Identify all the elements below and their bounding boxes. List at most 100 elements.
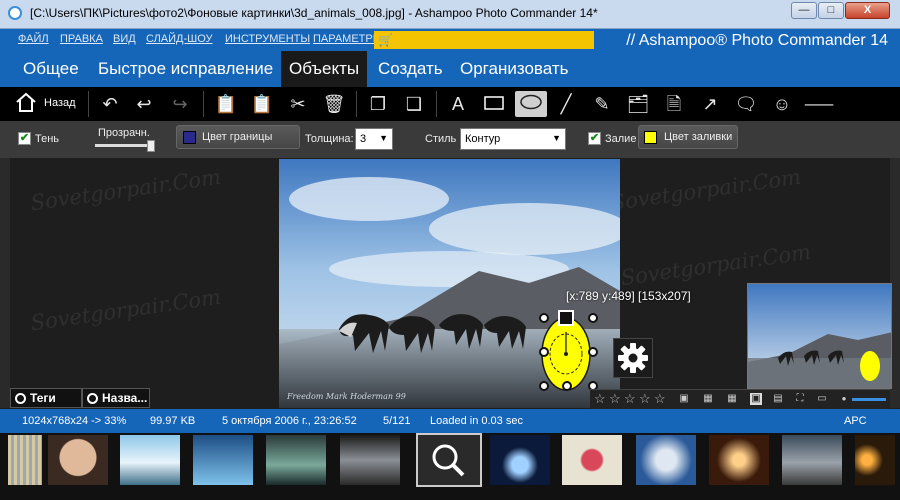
tab-create[interactable]: Создать bbox=[370, 51, 451, 87]
speech-bubble-icon[interactable]: 🗨 bbox=[732, 91, 760, 117]
thumbnail[interactable] bbox=[193, 435, 253, 485]
thumbnail[interactable] bbox=[340, 435, 400, 485]
cart-icon: 🛒 bbox=[378, 33, 393, 47]
thumbnail[interactable] bbox=[120, 435, 180, 485]
zoom-out-icon[interactable]: ● bbox=[838, 393, 850, 405]
minimize-button[interactable]: — bbox=[791, 2, 817, 19]
monitor-icon[interactable]: ▭ bbox=[816, 393, 828, 405]
fill-color-button[interactable]: Цвет заливки bbox=[638, 125, 738, 149]
panel-tabs: Теги Назва... bbox=[10, 388, 150, 408]
undo-icon[interactable]: ↩ bbox=[130, 91, 158, 117]
border-color-button[interactable]: Цвет границы bbox=[176, 125, 300, 149]
ellipse-tool-icon[interactable] bbox=[515, 91, 547, 117]
thickness-select[interactable]: 3 ▼ bbox=[355, 128, 393, 150]
resize-handle[interactable] bbox=[588, 313, 598, 323]
note-tool-icon[interactable]: 🗎 bbox=[660, 91, 688, 117]
thumbnail-selected[interactable] bbox=[416, 433, 482, 487]
smiley-icon[interactable]: ☺ bbox=[768, 91, 796, 117]
thumbnail[interactable] bbox=[636, 435, 696, 485]
rotate-handle[interactable] bbox=[558, 310, 574, 326]
border-color-swatch bbox=[183, 131, 196, 144]
resize-handle[interactable] bbox=[562, 381, 572, 391]
thumbnail[interactable] bbox=[562, 435, 622, 485]
opacity-slider-knob[interactable] bbox=[147, 140, 155, 152]
title-bar: [C:\Users\ПК\Pictures\фото2\Фоновые карт… bbox=[0, 0, 900, 29]
object-coords: [x:789 y:489] [153x207] bbox=[566, 289, 691, 303]
thickness-label: Толщина: bbox=[305, 133, 354, 145]
single-view-icon[interactable]: ▣ bbox=[750, 393, 762, 405]
thumbnail[interactable] bbox=[709, 435, 769, 485]
text-tool-icon[interactable]: A bbox=[444, 91, 472, 117]
redo-icon: ↪ bbox=[172, 94, 188, 114]
thumbnail[interactable] bbox=[782, 435, 842, 485]
menu-file[interactable]: ФАЙЛ bbox=[18, 33, 49, 45]
maximize-button[interactable]: □ bbox=[818, 2, 844, 19]
copy-icon[interactable]: 📋 bbox=[212, 91, 240, 117]
cut-icon[interactable]: ✂ bbox=[284, 91, 312, 117]
rating-star[interactable]: ☆ bbox=[594, 391, 606, 407]
image-icon[interactable]: ▣ bbox=[678, 393, 690, 405]
fill-label: Залие bbox=[605, 133, 637, 145]
arrow-tool-icon[interactable]: ↗ bbox=[696, 91, 724, 117]
rating-star[interactable]: ☆ bbox=[639, 391, 651, 407]
split-view-icon[interactable]: ▤ bbox=[772, 393, 784, 405]
shadow-label: Тень bbox=[35, 133, 60, 145]
status-load-time: Loaded in 0.03 sec bbox=[430, 415, 523, 427]
preview-thumbnail[interactable] bbox=[747, 283, 892, 389]
thumbnail[interactable] bbox=[855, 435, 895, 485]
tab-organize[interactable]: Организовать bbox=[452, 51, 576, 87]
send-back-icon[interactable]: ❑ bbox=[400, 91, 428, 117]
resize-handle[interactable] bbox=[539, 381, 549, 391]
pencil-tool-icon[interactable]: ✎ bbox=[588, 91, 616, 117]
rating-star[interactable]: ☆ bbox=[654, 391, 666, 407]
thumbnail[interactable] bbox=[266, 435, 326, 485]
connector-tool-icon[interactable]: ⸺ bbox=[804, 91, 834, 117]
watermark-text: Sovetgorpair.Com bbox=[29, 284, 223, 336]
tab-tags[interactable]: Теги bbox=[10, 388, 82, 408]
zoom-slider[interactable] bbox=[852, 398, 886, 401]
tab-objects[interactable]: Объекты bbox=[281, 51, 367, 87]
bring-front-icon[interactable]: ❐ bbox=[364, 91, 392, 117]
home-icon[interactable] bbox=[12, 91, 40, 117]
delete-icon[interactable]: 🗑 bbox=[320, 91, 348, 117]
watermark-text: Sovetgorpair.Com bbox=[29, 164, 223, 216]
insert-image-icon[interactable]: 🗂 bbox=[624, 91, 652, 117]
menu-edit[interactable]: ПРАВКА bbox=[60, 33, 103, 45]
app-icon[interactable] bbox=[8, 6, 22, 20]
shadow-checkbox[interactable]: ✔ bbox=[18, 132, 31, 145]
thumbnail[interactable] bbox=[8, 435, 42, 485]
resize-handle[interactable] bbox=[539, 347, 549, 357]
rating-bar: ☆ ☆ ☆ ☆ ☆ ▣ ▦ ▦ ▣ ▤ ⛶ ▭ ● bbox=[590, 389, 890, 409]
opacity-slider[interactable] bbox=[95, 144, 153, 147]
style-select[interactable]: Контур ▼ bbox=[460, 128, 566, 150]
rating-star[interactable]: ☆ bbox=[624, 391, 636, 407]
fit-screen-icon[interactable]: ⛶ bbox=[794, 393, 806, 405]
opacity-label: Прозрачн. bbox=[98, 127, 150, 139]
resize-handle[interactable] bbox=[588, 347, 598, 357]
tools-toolbar: Назад ↶ ↩ ↪ 📋 📋 ✂ 🗑 ❐ ❑ A ╱ ✎ 🗂 🗎 ↗ 🗨 ☺ … bbox=[0, 87, 900, 121]
status-index: 5/121 bbox=[383, 415, 411, 427]
watermark-text: Sovetgorpair.Com bbox=[609, 164, 803, 216]
tab-names[interactable]: Назва... bbox=[82, 388, 150, 408]
line-tool-icon[interactable]: ╱ bbox=[552, 91, 580, 117]
shop-banner[interactable]: 🛒 bbox=[374, 31, 594, 49]
fill-checkbox[interactable]: ✔ bbox=[588, 132, 601, 145]
menu-slideshow[interactable]: СЛАЙД-ШОУ bbox=[146, 33, 213, 45]
compare-icon[interactable]: ▦ bbox=[702, 393, 714, 405]
tab-quick-fix[interactable]: Быстрое исправление bbox=[90, 51, 281, 87]
undo-all-icon[interactable]: ↶ bbox=[96, 91, 124, 117]
status-apc: APC bbox=[844, 415, 867, 427]
thumbnail[interactable] bbox=[48, 435, 108, 485]
rating-star[interactable]: ☆ bbox=[609, 391, 621, 407]
menu-tools[interactable]: ИНСТРУМЕНТЫ bbox=[225, 33, 310, 45]
menu-settings[interactable]: ПАРАМЕТРЫ bbox=[313, 33, 382, 45]
menu-view[interactable]: ВИД bbox=[113, 33, 136, 45]
compare-icon[interactable]: ▦ bbox=[726, 393, 738, 405]
thumbnail[interactable] bbox=[490, 435, 550, 485]
rectangle-tool-icon[interactable] bbox=[480, 91, 508, 117]
resize-handle[interactable] bbox=[539, 313, 549, 323]
tab-general[interactable]: Общее bbox=[15, 51, 87, 87]
back-label[interactable]: Назад bbox=[44, 97, 76, 109]
close-button[interactable]: X bbox=[845, 2, 890, 19]
object-settings-button[interactable] bbox=[613, 338, 653, 378]
